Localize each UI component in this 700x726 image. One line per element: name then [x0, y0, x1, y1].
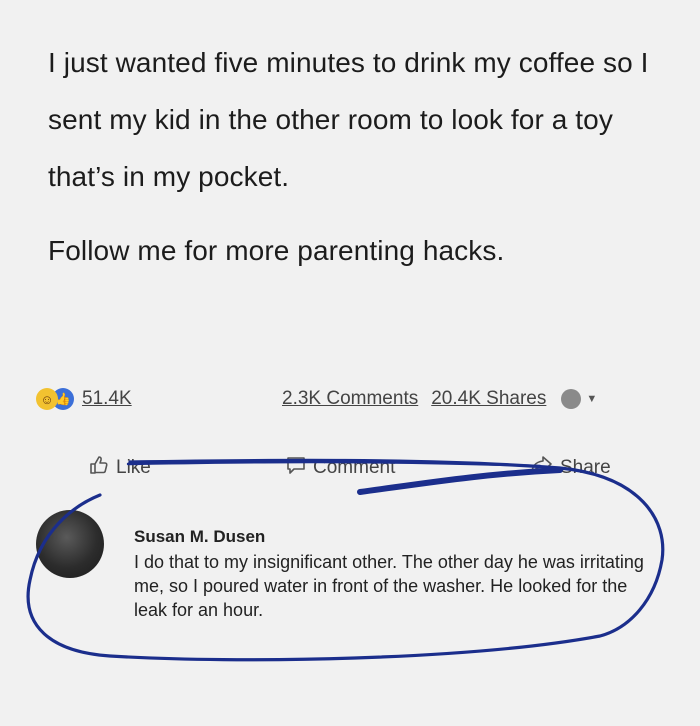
haha-reaction-icon: ☺ [36, 388, 58, 410]
comment-bubble: Susan M. Dusen I do that to my insignifi… [134, 526, 644, 622]
shares-count-link[interactable]: 20.4K Shares [431, 388, 546, 410]
share-label: Share [560, 457, 611, 478]
like-button[interactable]: Like [88, 454, 151, 482]
commenter-avatar[interactable] [36, 510, 104, 578]
comments-shares-stats: 2.3K Comments 20.4K Shares ▼ [282, 388, 597, 410]
share-arrow-icon [530, 454, 554, 482]
speech-bubble-icon [285, 454, 307, 482]
like-label: Like [116, 457, 151, 478]
comment-label: Comment [313, 457, 396, 478]
reactions-count[interactable]: 51.4K [82, 388, 132, 410]
post-text: I just wanted five minutes to drink my c… [48, 34, 668, 279]
engagement-stats: ☺ 👍 51.4K 2.3K Comments 20.4K Shares ▼ [36, 388, 680, 418]
comment-author[interactable]: Susan M. Dusen [134, 526, 644, 548]
post-follow-line: Follow me for more parenting hacks. [48, 235, 505, 266]
avatar-icon[interactable] [561, 389, 582, 409]
post-body: I just wanted five minutes to drink my c… [48, 47, 649, 192]
share-button[interactable]: Share [530, 454, 611, 482]
comment-button[interactable]: Comment [285, 454, 395, 482]
chevron-down-icon[interactable]: ▼ [586, 393, 597, 405]
reactions-summary[interactable]: ☺ 👍 51.4K [36, 388, 132, 410]
thumbs-up-icon [88, 454, 110, 482]
post-actions: Like Comment Share [0, 450, 700, 484]
comment-text: I do that to my insignificant other. The… [134, 552, 644, 620]
comments-count-link[interactable]: 2.3K Comments [282, 388, 418, 410]
